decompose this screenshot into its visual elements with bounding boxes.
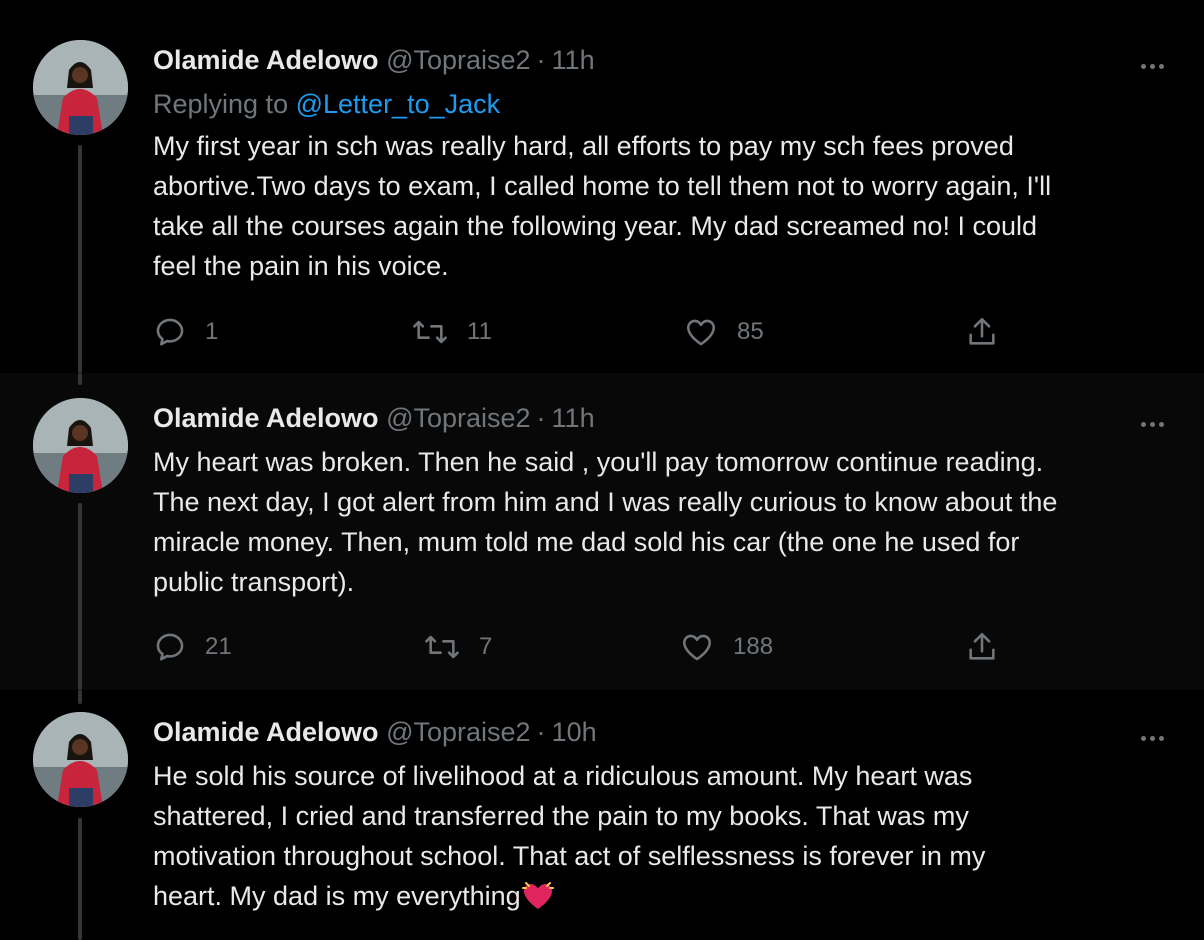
tweet-header: Olamide Adelowo @Topraise2 · 11h: [153, 42, 1164, 78]
tweet-text: My first year in sch was really hard, al…: [153, 126, 1164, 286]
text-line: feel the pain in his voice.: [153, 251, 449, 281]
reply-icon: [156, 318, 184, 346]
text-line-with-emoji: heart. My dad is my everything: [153, 876, 1164, 922]
tweet-content: Olamide Adelowo @Topraise2 · 11h My heart …: [153, 400, 1164, 602]
more-icon[interactable]: [1141, 56, 1171, 69]
retweet-button[interactable]: 11: [411, 312, 492, 352]
thread-line: [78, 373, 82, 385]
avatar[interactable]: [33, 40, 128, 135]
tweet-text: He sold his source of livelihood at a ri…: [153, 756, 1164, 922]
timestamp[interactable]: 11h: [552, 45, 595, 75]
heart-icon: [682, 634, 712, 661]
text-line: public transport).: [153, 567, 355, 597]
mention-link[interactable]: @Letter_to_Jack: [296, 89, 501, 119]
reply-count: 21: [205, 633, 232, 660]
share-button[interactable]: [965, 312, 999, 352]
separator: ·: [536, 717, 546, 747]
tweet-header: Olamide Adelowo @Topraise2 · 11h: [153, 400, 1164, 436]
beating-heart-emoji: [521, 879, 555, 922]
replying-prefix: Replying to: [153, 89, 289, 119]
share-icon: [969, 632, 995, 660]
text-line: My heart was broken. Then he said , you'…: [153, 447, 1044, 477]
retweet-icon: [425, 635, 459, 659]
tweet-content: Olamide Adelowo @Topraise2 · 10h He sold h…: [153, 714, 1164, 922]
like-button[interactable]: 188: [679, 627, 773, 667]
retweet-button[interactable]: 7: [423, 627, 492, 667]
tweet-text: My heart was broken. Then he said , you'…: [153, 442, 1164, 602]
reply-button[interactable]: 21: [153, 627, 232, 667]
retweet-count: 11: [467, 318, 492, 345]
more-icon[interactable]: [1141, 728, 1171, 741]
tweet-1[interactable]: Olamide Adelowo @Topraise2 · 11h Replying …: [0, 0, 1204, 373]
thread-line: [78, 818, 82, 940]
share-icon: [969, 317, 995, 345]
display-name[interactable]: Olamide Adelowo: [153, 717, 379, 747]
retweet-icon: [413, 320, 447, 344]
timestamp[interactable]: 10h: [552, 717, 597, 747]
text-line: He sold his source of livelihood at a ri…: [153, 761, 973, 791]
thread-line: [78, 503, 82, 690]
like-count: 85: [737, 318, 764, 345]
text-line: take all the courses again the following…: [153, 211, 1037, 241]
thread-line: [78, 145, 82, 373]
text-line: miracle money. Then, mum told me dad sol…: [153, 527, 1020, 557]
reply-count: 1: [205, 318, 219, 345]
text-line: shattered, I cried and transferred the p…: [153, 801, 969, 831]
tweet-content: Olamide Adelowo @Topraise2 · 11h Replying …: [153, 42, 1164, 286]
handle[interactable]: @Topraise2: [386, 45, 530, 75]
thread-line: [78, 690, 82, 704]
like-button[interactable]: 85: [683, 312, 764, 352]
replying-to: Replying to @Letter_to_Jack: [153, 86, 1164, 122]
tweet-header: Olamide Adelowo @Topraise2 · 10h: [153, 714, 1164, 750]
like-count: 188: [733, 633, 774, 660]
timestamp[interactable]: 11h: [552, 403, 595, 433]
heart-icon: [686, 319, 716, 346]
display-name[interactable]: Olamide Adelowo: [153, 403, 379, 433]
separator: ·: [536, 45, 546, 75]
reply-button[interactable]: 1: [153, 312, 218, 352]
text-line: The next day, I got alert from him and I…: [153, 487, 1058, 517]
text-line: heart. My dad is my everything: [153, 881, 521, 911]
action-bar: 1 11 85: [153, 312, 1053, 352]
text-line: abortive.Two days to exam, I called home…: [153, 171, 1052, 201]
avatar[interactable]: [33, 712, 128, 807]
action-bar: 21 7 188: [153, 627, 1053, 667]
more-icon[interactable]: [1141, 414, 1171, 427]
separator: ·: [536, 403, 546, 433]
retweet-count: 7: [479, 633, 493, 660]
text-line: My first year in sch was really hard, al…: [153, 131, 1014, 161]
avatar[interactable]: [33, 398, 128, 493]
text-line: motivation throughout school. That act o…: [153, 841, 986, 871]
share-button[interactable]: [965, 627, 999, 667]
handle[interactable]: @Topraise2: [386, 403, 530, 433]
display-name[interactable]: Olamide Adelowo: [153, 45, 379, 75]
handle[interactable]: @Topraise2: [386, 717, 530, 747]
reply-icon: [156, 633, 184, 661]
